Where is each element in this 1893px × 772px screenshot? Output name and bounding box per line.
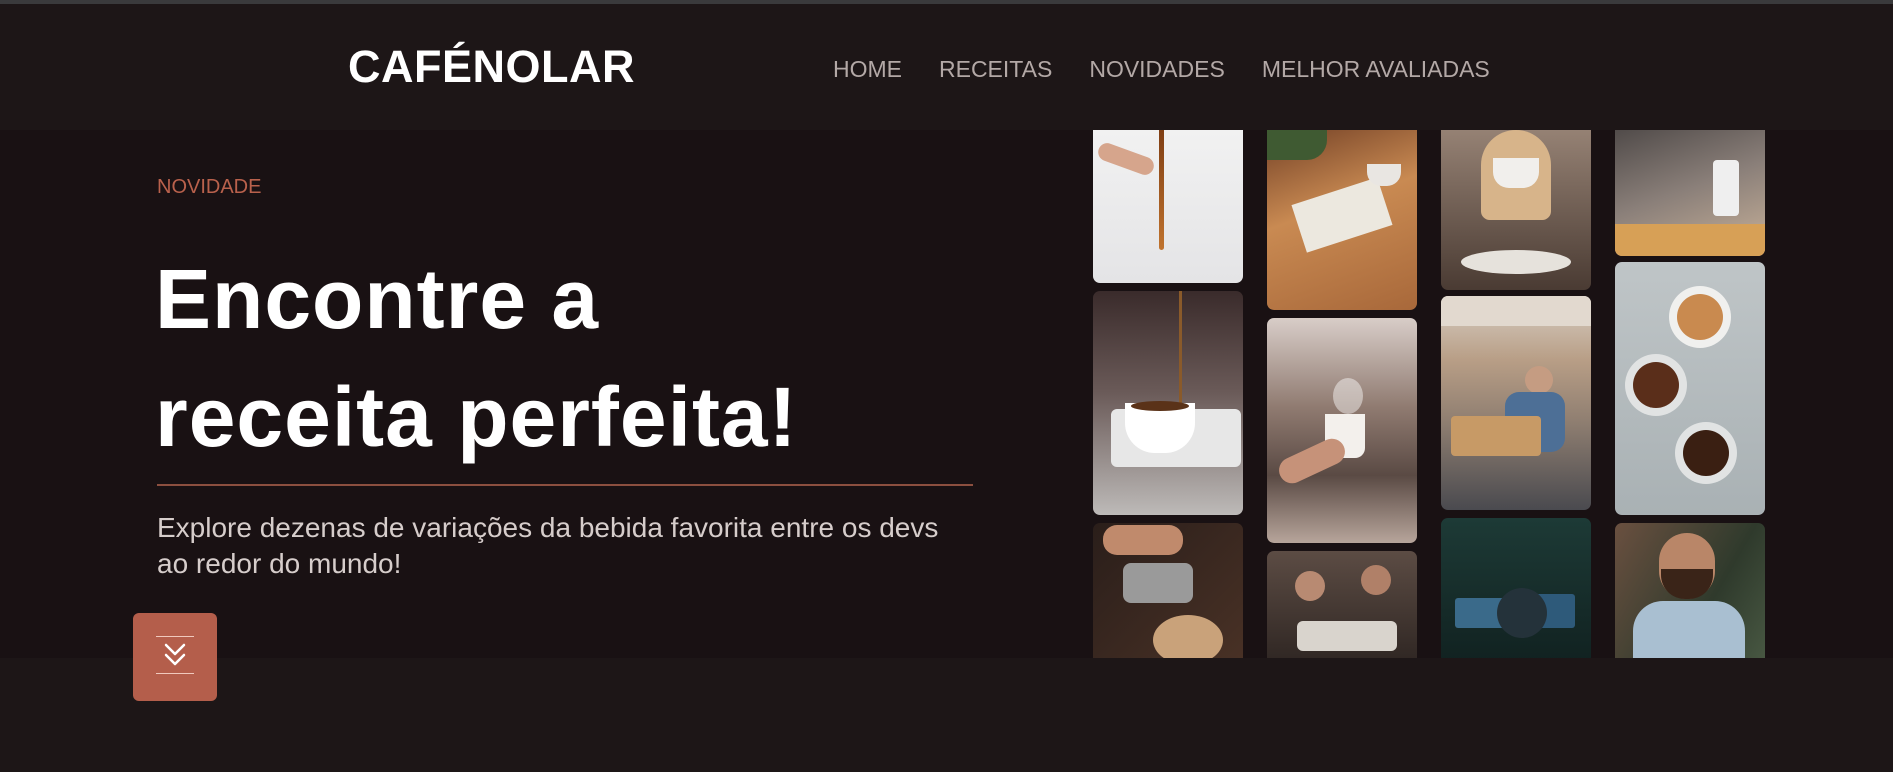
woman-drinking-coffee-photo <box>1441 130 1591 290</box>
site-header: CAFÉNOLAR HOME RECEITAS NOVIDADES MELHOR… <box>0 4 1893 130</box>
developer-at-computers-photo <box>1441 518 1591 658</box>
hero-title: Encontre a receita perfeita! <box>155 240 798 476</box>
hero-tag: NOVIDADE <box>157 176 262 198</box>
hand-holding-steaming-cup-photo <box>1267 318 1417 543</box>
coffee-pour-into-cup-photo <box>1093 291 1243 515</box>
photo-gallery <box>1093 130 1765 658</box>
coffee-pour-from-hand-photo <box>1093 130 1243 283</box>
hero-description: Explore dezenas de variações da bebida f… <box>157 512 939 579</box>
latte-and-coffee-beans-photo <box>1615 262 1765 515</box>
brand-logo[interactable]: CAFÉNOLAR <box>348 41 635 93</box>
latte-art-pour-photo <box>1093 523 1243 658</box>
main-nav: HOME RECEITAS NOVIDADES MELHOR AVALIADAS <box>833 56 1490 83</box>
desk-with-notebook-and-coffee-photo <box>1267 130 1417 310</box>
scroll-down-button[interactable] <box>133 613 217 701</box>
nav-item-melhor-avaliadas[interactable]: MELHOR AVALIADAS <box>1262 56 1490 83</box>
nav-item-home[interactable]: HOME <box>833 56 902 83</box>
hero-title-line-2: receita perfeita! <box>155 370 798 464</box>
nav-item-novidades[interactable]: NOVIDADES <box>1089 56 1224 83</box>
office-team-meeting-photo <box>1441 296 1591 510</box>
hero-divider <box>157 484 973 486</box>
page-bottom-band <box>0 658 1893 772</box>
baristas-at-counter-photo <box>1267 551 1417 658</box>
button-bottom-line <box>156 673 194 674</box>
smiling-man-at-laptop-photo <box>1615 523 1765 658</box>
espresso-machine-photo <box>1615 130 1765 256</box>
double-chevron-down-icon <box>164 643 186 666</box>
hero-title-line-1: Encontre a <box>155 252 600 346</box>
nav-item-receitas[interactable]: RECEITAS <box>939 56 1052 83</box>
hero-section: NOVIDADE Encontre a receita perfeita! Ex… <box>0 130 1893 658</box>
button-top-line <box>156 636 194 637</box>
